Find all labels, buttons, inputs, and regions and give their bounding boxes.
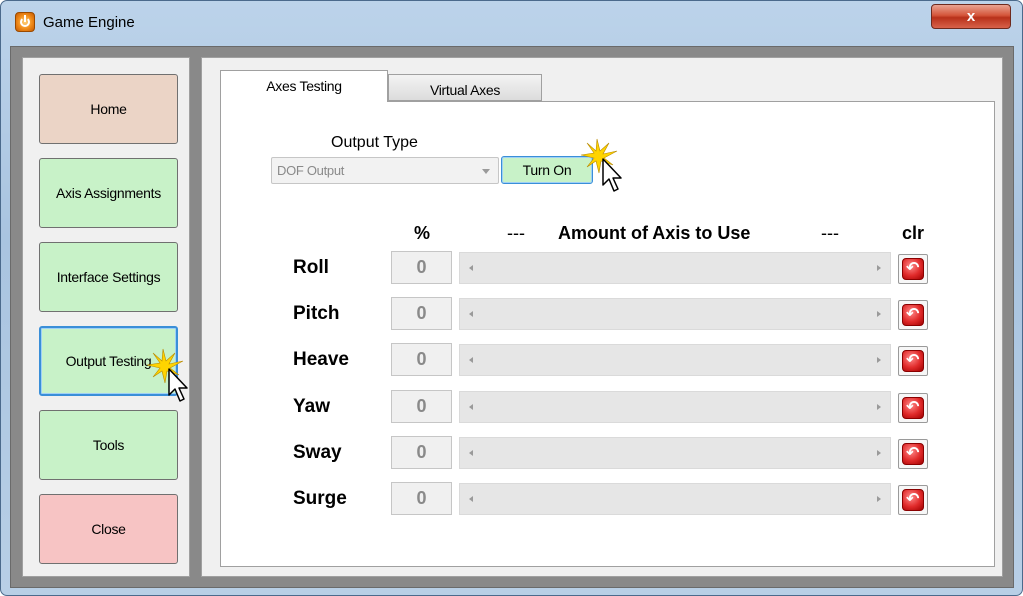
axis-percent-field[interactable]: 0 — [391, 251, 452, 284]
chevron-down-icon — [482, 169, 490, 174]
axis-label: Pitch — [293, 303, 340, 324]
scroll-left-icon[interactable] — [469, 496, 473, 502]
axis-label: Roll — [293, 257, 329, 278]
clear-button[interactable] — [898, 439, 928, 469]
undo-icon — [902, 258, 924, 280]
scroll-right-icon[interactable] — [877, 357, 881, 363]
clear-button[interactable] — [898, 485, 928, 515]
click-cursor-icon — [580, 138, 622, 192]
scroll-left-icon[interactable] — [469, 357, 473, 363]
output-type-label: Output Type — [331, 134, 418, 151]
header-dash-left: --- — [507, 223, 525, 243]
scroll-right-icon[interactable] — [877, 311, 881, 317]
scroll-right-icon[interactable] — [877, 265, 881, 271]
axis-percent-field[interactable]: 0 — [391, 343, 452, 376]
output-type-select[interactable]: DOF Output — [271, 157, 499, 184]
amount-header: Amount of Axis to Use — [558, 223, 751, 243]
undo-icon — [902, 443, 924, 465]
undo-icon — [902, 397, 924, 419]
axis-amount-scrollbar[interactable] — [459, 298, 891, 330]
undo-icon — [902, 304, 924, 326]
clr-header: clr — [902, 223, 925, 243]
main-panel: Axes Testing Virtual Axes Output Type DO… — [201, 57, 1003, 577]
click-cursor-icon — [146, 348, 188, 402]
percent-header: % — [414, 223, 431, 243]
axis-row-pitch: Pitch 0 — [221, 297, 996, 333]
power-icon — [15, 12, 35, 32]
clear-button[interactable] — [898, 300, 928, 330]
axis-amount-scrollbar[interactable] — [459, 391, 891, 423]
axis-assignments-button[interactable]: Axis Assignments — [39, 158, 178, 228]
axis-label: Heave — [293, 349, 349, 370]
tools-button[interactable]: Tools — [39, 410, 178, 480]
undo-icon — [902, 489, 924, 511]
axis-row-sway: Sway 0 — [221, 436, 996, 472]
axis-label: Yaw — [293, 396, 330, 417]
axis-label: Sway — [293, 442, 342, 463]
scroll-left-icon[interactable] — [469, 265, 473, 271]
home-button[interactable]: Home — [39, 74, 178, 144]
output-type-value: DOF Output — [277, 163, 345, 178]
axis-row-roll: Roll 0 — [221, 251, 996, 287]
nav-panel: Home Axis Assignments Interface Settings… — [22, 57, 190, 577]
axis-percent-field[interactable]: 0 — [391, 390, 452, 423]
axis-row-heave: Heave 0 — [221, 343, 996, 379]
scroll-right-icon[interactable] — [877, 450, 881, 456]
scroll-right-icon[interactable] — [877, 404, 881, 410]
axis-amount-scrollbar[interactable] — [459, 483, 891, 515]
clear-button[interactable] — [898, 346, 928, 376]
header-dash-right: --- — [821, 223, 839, 243]
title-bar[interactable]: Game Engine x — [1, 1, 1022, 45]
clear-button[interactable] — [898, 254, 928, 284]
clear-button[interactable] — [898, 393, 928, 423]
axis-label: Surge — [293, 488, 347, 509]
axis-amount-scrollbar[interactable] — [459, 252, 891, 284]
axis-amount-scrollbar[interactable] — [459, 344, 891, 376]
close-button[interactable]: Close — [39, 494, 178, 564]
app-window: Game Engine x Home Axis Assignments Inte… — [0, 0, 1023, 596]
axis-percent-field[interactable]: 0 — [391, 482, 452, 515]
undo-icon — [902, 350, 924, 372]
axis-row-surge: Surge 0 — [221, 482, 996, 518]
tab-axes-testing[interactable]: Axes Testing — [220, 70, 388, 102]
axis-row-yaw: Yaw 0 — [221, 390, 996, 426]
tab-virtual-axes[interactable]: Virtual Axes — [388, 74, 542, 101]
axis-amount-scrollbar[interactable] — [459, 437, 891, 469]
scroll-left-icon[interactable] — [469, 450, 473, 456]
window-close-button[interactable]: x — [931, 4, 1011, 29]
window-title: Game Engine — [43, 14, 135, 31]
client-area: Home Axis Assignments Interface Settings… — [10, 46, 1014, 588]
scroll-right-icon[interactable] — [877, 496, 881, 502]
axis-percent-field[interactable]: 0 — [391, 436, 452, 469]
scroll-left-icon[interactable] — [469, 404, 473, 410]
interface-settings-button[interactable]: Interface Settings — [39, 242, 178, 312]
axis-percent-field[interactable]: 0 — [391, 297, 452, 330]
scroll-left-icon[interactable] — [469, 311, 473, 317]
